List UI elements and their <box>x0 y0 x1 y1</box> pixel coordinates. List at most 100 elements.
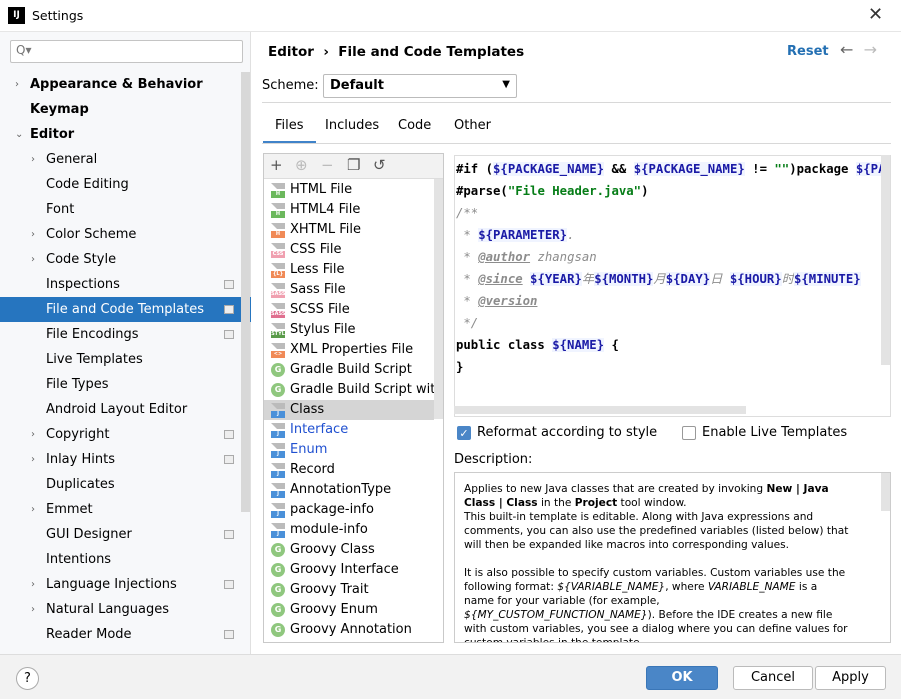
sidebar-item[interactable]: Live Templates <box>0 347 251 372</box>
close-icon[interactable]: ✕ <box>868 4 883 25</box>
template-list-item[interactable]: J Class <box>264 400 434 420</box>
template-list-item[interactable]: H HTML4 File <box>264 200 434 220</box>
code-line: /** <box>456 206 479 220</box>
template-list-item[interactable]: J Interface <box>264 420 434 440</box>
template-list-item[interactable]: G Groovy Interface <box>264 560 434 580</box>
code-line: * ${PARAMETER}. <box>456 228 575 242</box>
sidebar-item[interactable]: File Encodings <box>0 322 251 347</box>
sidebar-item[interactable]: › Natural Languages <box>0 597 251 622</box>
template-code-editor[interactable]: #if (${PACKAGE_NAME} && ${PACKAGE_NAME} … <box>454 155 891 417</box>
copy-icon[interactable]: ❐ <box>347 156 360 174</box>
sidebar-item[interactable]: › Language Injections <box>0 572 251 597</box>
sidebar-item[interactable]: ⌄ Editor <box>0 122 251 147</box>
chevron-right-icon[interactable]: › <box>31 222 35 247</box>
template-list-item[interactable]: G Groovy Trait <box>264 580 434 600</box>
sidebar-item[interactable]: Duplicates <box>0 472 251 497</box>
chevron-right-icon[interactable]: › <box>31 422 35 447</box>
live-templates-label[interactable]: Enable Live Templates <box>702 425 847 440</box>
sidebar-item[interactable]: Reader Mode <box>0 622 251 647</box>
list-scrollbar[interactable] <box>434 179 443 419</box>
remove-icon[interactable]: − <box>321 156 334 174</box>
reformat-checkbox[interactable]: ✓ <box>457 426 471 440</box>
code-line: #if (${PACKAGE_NAME} && ${PACKAGE_NAME} … <box>456 158 890 180</box>
back-arrow-icon[interactable]: ← <box>840 40 853 59</box>
chevron-right-icon[interactable]: › <box>31 572 35 597</box>
template-list-item[interactable]: H XHTML File <box>264 220 434 240</box>
forward-arrow-icon[interactable]: → <box>864 40 877 59</box>
sidebar-item-label: General <box>46 152 98 167</box>
template-list-item[interactable]: G Gradle Build Script <box>264 360 434 380</box>
sidebar-item[interactable]: GUI Designer <box>0 522 251 547</box>
template-list-item[interactable]: G Groovy Enum <box>264 600 434 620</box>
chevron-right-icon[interactable]: › <box>31 147 35 172</box>
sidebar-item[interactable]: Inspections <box>0 272 251 297</box>
chevron-down-icon[interactable]: ⌄ <box>15 122 23 147</box>
sidebar-item-label: Font <box>46 202 75 217</box>
template-list-panel: + ⊕ − ❐ ↺ H HTML File H HTML4 File H XHTML Fi… <box>263 153 444 643</box>
template-list-item[interactable]: CSS CSS File <box>264 240 434 260</box>
template-list-item[interactable]: <> XML Properties File <box>264 340 434 360</box>
template-list-item[interactable]: H HTML File <box>264 180 434 200</box>
dialog-footer: ? OK Cancel Apply <box>0 654 901 699</box>
reformat-label[interactable]: Reformat according to style <box>477 425 657 440</box>
sidebar-item[interactable]: › Code Style <box>0 247 251 272</box>
chevron-right-icon[interactable]: › <box>15 72 19 97</box>
chevron-right-icon[interactable]: › <box>31 497 35 522</box>
sidebar-item-label: Inspections <box>46 277 120 292</box>
sidebar-item[interactable]: Keymap <box>0 97 251 122</box>
template-list-item[interactable]: G Groovy Class <box>264 540 434 560</box>
cancel-button[interactable]: Cancel <box>733 666 813 690</box>
template-name: Stylus File <box>290 322 356 337</box>
description-scrollbar[interactable] <box>881 473 890 511</box>
sidebar-item[interactable]: File and Code Templates <box>0 297 251 322</box>
sidebar-item[interactable]: Intentions <box>0 547 251 572</box>
template-list-item[interactable]: SASS Sass File <box>264 280 434 300</box>
sidebar-item[interactable]: Android Layout Editor <box>0 397 251 422</box>
description-label: Description: <box>454 452 533 467</box>
sidebar-item[interactable]: Code Editing <box>0 172 251 197</box>
template-list-item[interactable]: {L} Less File <box>264 260 434 280</box>
sidebar-item[interactable]: › General <box>0 147 251 172</box>
chevron-right-icon[interactable]: › <box>31 447 35 472</box>
sidebar-item[interactable]: File Types <box>0 372 251 397</box>
scheme-dropdown[interactable]: Default ▼ <box>323 74 517 98</box>
sidebar-scrollbar[interactable] <box>241 72 250 512</box>
breadcrumb-parent[interactable]: Editor <box>268 44 314 60</box>
apply-button[interactable]: Apply <box>815 666 886 690</box>
chevron-right-icon[interactable]: › <box>31 247 35 272</box>
add-child-icon[interactable]: ⊕ <box>295 156 308 174</box>
chevron-right-icon[interactable]: › <box>31 597 35 622</box>
sidebar-item[interactable]: › Emmet <box>0 497 251 522</box>
live-templates-checkbox[interactable] <box>682 426 696 440</box>
tab-includes[interactable]: Includes <box>325 118 379 144</box>
editor-vertical-scrollbar[interactable] <box>881 155 890 365</box>
breadcrumb-separator: › <box>323 44 329 60</box>
template-list-item[interactable]: G Gradle Build Script with wrapper <box>264 380 443 400</box>
sidebar-item[interactable]: › Color Scheme <box>0 222 251 247</box>
reset-link[interactable]: Reset <box>787 44 829 59</box>
template-list-item[interactable]: STYL Stylus File <box>264 320 434 340</box>
tab-other[interactable]: Other <box>454 118 491 144</box>
template-name: Record <box>290 462 335 477</box>
search-input[interactable]: Q▾ <box>10 40 243 63</box>
add-icon[interactable]: + <box>270 156 283 174</box>
reset-icon[interactable]: ↺ <box>373 156 386 174</box>
sidebar-item[interactable]: › Inlay Hints <box>0 447 251 472</box>
template-list-item[interactable]: J Record <box>264 460 434 480</box>
sidebar-item[interactable]: › Copyright <box>0 422 251 447</box>
template-name: Interface <box>290 422 349 437</box>
template-list-item[interactable]: Jmodule-info <box>264 520 434 540</box>
sidebar-item[interactable]: › Appearance & Behavior <box>0 72 251 97</box>
template-list-item[interactable]: J Enum <box>264 440 434 460</box>
template-list-item[interactable]: J AnnotationType <box>264 480 434 500</box>
sidebar-item-label: Android Layout Editor <box>46 402 188 417</box>
tab-code[interactable]: Code <box>398 118 431 144</box>
tab-files[interactable]: Files <box>263 118 316 144</box>
sidebar-item[interactable]: Font <box>0 197 251 222</box>
editor-horizontal-scrollbar[interactable] <box>454 406 746 414</box>
template-list-item[interactable]: Jpackage-info <box>264 500 434 520</box>
help-button[interactable]: ? <box>16 667 39 690</box>
template-list-item[interactable]: G Groovy Annotation <box>264 620 434 640</box>
ok-button[interactable]: OK <box>646 666 718 690</box>
template-list-item[interactable]: SASS SCSS File <box>264 300 434 320</box>
